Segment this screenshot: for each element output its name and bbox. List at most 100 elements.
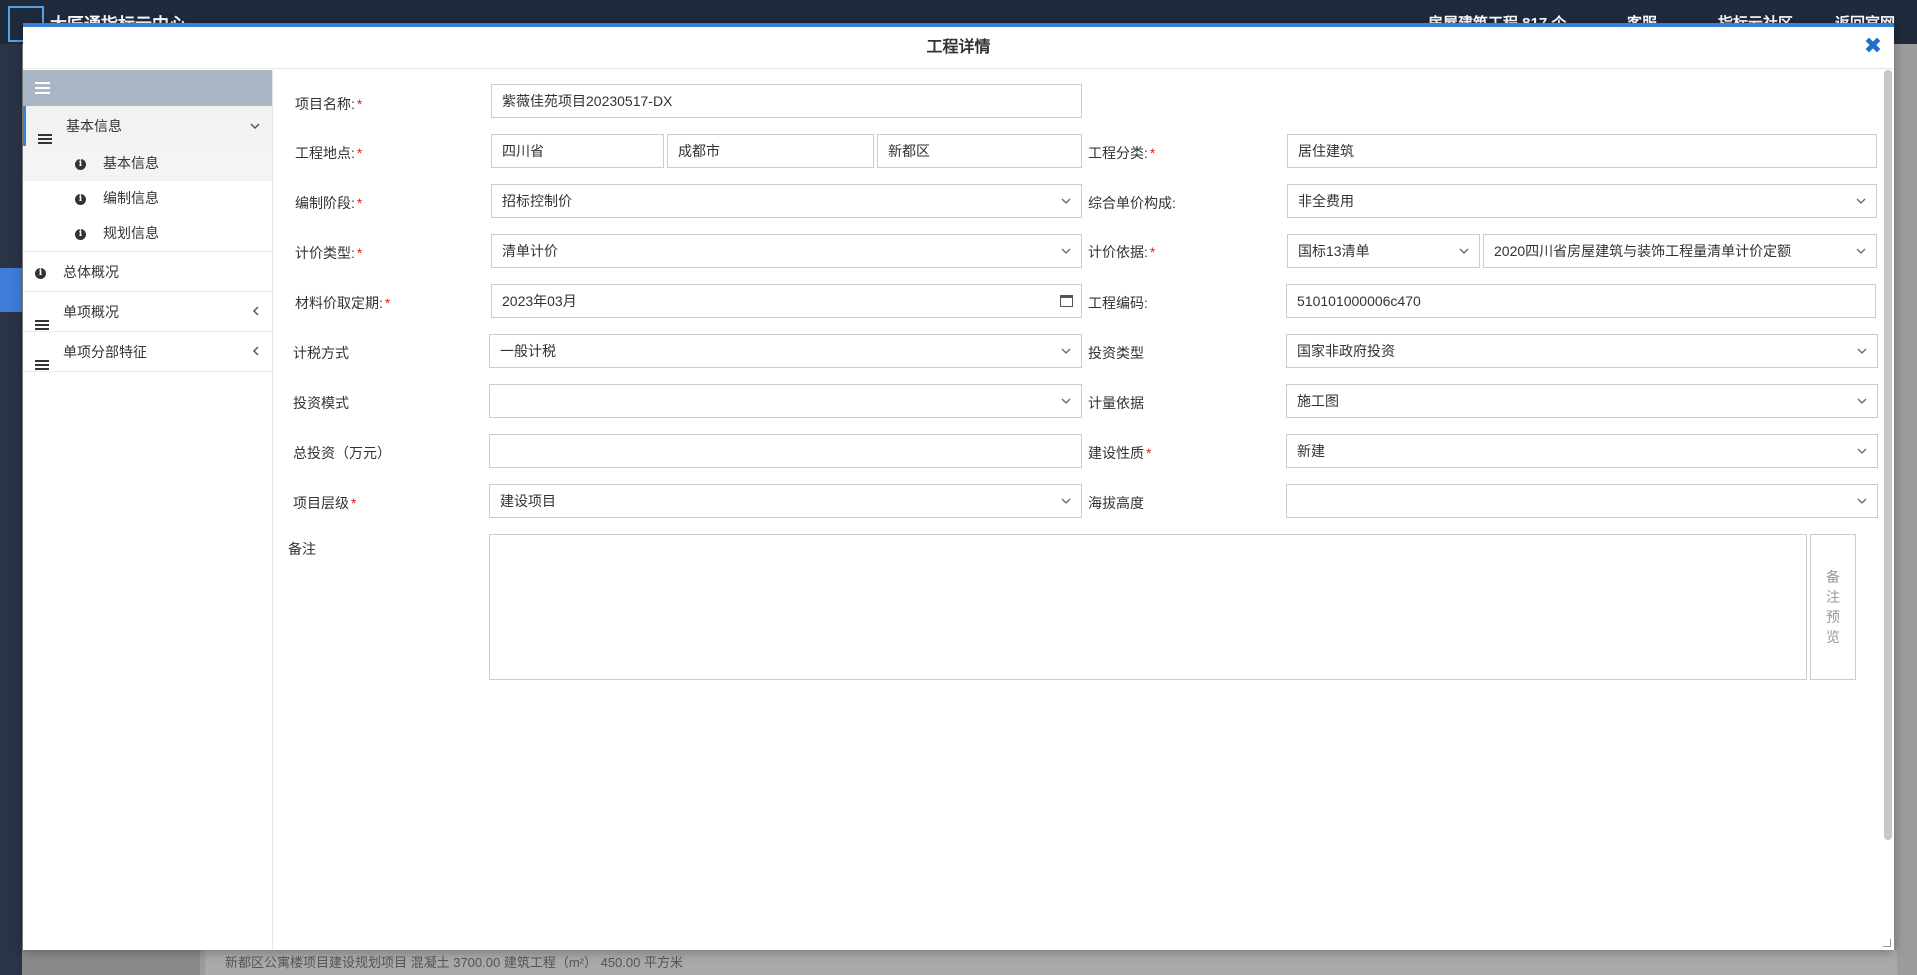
sidebar-item-label: 基本信息 — [66, 118, 122, 134]
category-field[interactable]: 居住建筑 — [1287, 134, 1877, 168]
modal-header: 工程详情 ✖ — [23, 27, 1894, 69]
chevron-down-icon — [1857, 435, 1869, 467]
material-date-picker[interactable]: 2023年03月 — [491, 284, 1082, 318]
category-label: 工程分类: * — [1088, 145, 1156, 161]
sidebar-item-basic-info[interactable]: 基本信息 — [23, 106, 272, 146]
notes-label: 备注 — [288, 541, 316, 557]
measure-basis-value: 施工图 — [1297, 393, 1339, 409]
left-rail-active-item — [0, 268, 22, 312]
altitude-label: 海拔高度 — [1088, 495, 1144, 511]
pricing-type-value: 清单计价 — [502, 243, 558, 259]
list-icon — [35, 292, 49, 332]
unit-price-label: 综合单价构成: — [1088, 195, 1176, 211]
sidebar-subitem-compile-info[interactable]: i 编制信息 — [23, 181, 272, 216]
stage-select[interactable]: 招标控制价 — [491, 184, 1082, 218]
sidebar-subitem-label: 编制信息 — [103, 190, 159, 206]
chevron-left-icon — [252, 292, 260, 332]
close-icon[interactable]: ✖ — [1862, 35, 1884, 57]
list-icon — [35, 332, 49, 372]
chevron-down-icon — [250, 106, 260, 146]
tax-method-value: 一般计税 — [500, 343, 556, 359]
chevron-down-icon — [1856, 185, 1868, 217]
sidebar-item-label: 单项分部特征 — [63, 344, 147, 360]
project-level-label: 项目层级 * — [293, 495, 357, 511]
project-code-field[interactable]: 510101000006c470 — [1286, 284, 1876, 318]
calendar-icon[interactable] — [1060, 295, 1073, 307]
invest-type-select[interactable]: 国家非政府投资 — [1286, 334, 1878, 368]
chevron-down-icon — [1459, 235, 1471, 267]
project-detail-modal: 工程详情 ✖ 基本信息 i 基本信息 i 编制信息 i 规划信息 i 总体概况 … — [23, 23, 1894, 950]
chevron-down-icon — [1061, 385, 1073, 417]
pricing-basis-label: 计价依据: * — [1088, 244, 1156, 260]
pricing-type-label: 计价类型: * — [295, 245, 363, 261]
info-icon: i — [75, 216, 86, 251]
chevron-down-icon — [1857, 335, 1869, 367]
pricing-basis-value-1: 国标13清单 — [1298, 243, 1370, 259]
project-level-value: 建设项目 — [500, 493, 556, 509]
project-name-field[interactable]: 紫薇佳苑项目20230517-DX — [491, 84, 1082, 118]
chevron-down-icon — [1856, 235, 1868, 267]
construction-nature-value: 新建 — [1297, 443, 1325, 459]
tax-method-label: 计税方式 — [293, 345, 349, 361]
sidebar-subitem-planning-info[interactable]: i 规划信息 — [23, 216, 272, 251]
sidebar-subitem-label: 规划信息 — [103, 225, 159, 241]
tax-method-select[interactable]: 一般计税 — [489, 334, 1082, 368]
pricing-basis-value-2: 2020四川省房屋建筑与装饰工程量清单计价定额 — [1494, 243, 1792, 259]
resize-handle-icon[interactable] — [1883, 939, 1891, 947]
sidebar-item-single-features[interactable]: 单项分部特征 — [23, 332, 272, 372]
notes-preview-label: 备注预览 — [1826, 569, 1840, 645]
modal-title: 工程详情 — [926, 39, 991, 56]
sidebar-subitem-label: 基本信息 — [103, 155, 159, 171]
province-field[interactable]: 四川省 — [491, 134, 664, 168]
construction-nature-select[interactable]: 新建 — [1286, 434, 1878, 468]
sidebar-item-label: 单项概况 — [63, 304, 119, 320]
list-icon — [38, 106, 52, 146]
invest-mode-label: 投资模式 — [293, 395, 349, 411]
construction-nature-label: 建设性质 * — [1088, 445, 1152, 461]
chevron-down-icon — [1857, 485, 1869, 517]
sidebar-subitem-basic-info[interactable]: i 基本信息 — [23, 146, 272, 181]
total-invest-label: 总投资（万元） — [293, 445, 391, 461]
invest-type-value: 国家非政府投资 — [1297, 343, 1395, 359]
notes-textarea[interactable] — [489, 534, 1807, 680]
hamburger-icon[interactable] — [35, 82, 50, 94]
chevron-left-icon — [252, 332, 260, 372]
chevron-down-icon — [1061, 185, 1073, 217]
stage-value: 招标控制价 — [502, 193, 572, 209]
project-code-label: 工程编码: — [1088, 295, 1148, 311]
sidebar-toggle[interactable] — [23, 70, 272, 106]
sidebar-subgroup-basic-info: i 基本信息 i 编制信息 i 规划信息 — [23, 146, 272, 252]
location-label: 工程地点: * — [295, 145, 363, 161]
material-date-label: 材料价取定期: * — [295, 295, 391, 311]
pricing-basis-select-1[interactable]: 国标13清单 — [1287, 234, 1480, 268]
total-invest-field[interactable] — [489, 434, 1082, 468]
modal-scrollbar[interactable] — [1884, 70, 1892, 840]
unit-price-value: 非全费用 — [1298, 193, 1354, 209]
project-name-label: 项目名称: * — [295, 96, 363, 112]
chevron-down-icon — [1857, 385, 1869, 417]
project-level-select[interactable]: 建设项目 — [489, 484, 1082, 518]
invest-type-label: 投资类型 — [1088, 345, 1144, 361]
chevron-down-icon — [1061, 235, 1073, 267]
measure-basis-label: 计量依据 — [1088, 395, 1144, 411]
info-icon: i — [75, 146, 86, 181]
background-table-row: 新都区公寓楼项目建设规划项目 混凝土 3700.00 建筑工程（m²） 450.… — [205, 950, 1897, 975]
form-content: 项目名称: * 紫薇佳苑项目20230517-DX 工程地点: * 四川省 成都市 … — [273, 70, 1894, 950]
sidebar-item-label: 总体概况 — [63, 264, 119, 280]
pricing-basis-select-2[interactable]: 2020四川省房屋建筑与装饰工程量清单计价定额 — [1483, 234, 1877, 268]
sidebar-item-single-overview[interactable]: 单项概况 — [23, 292, 272, 332]
chevron-down-icon — [1061, 335, 1073, 367]
city-field[interactable]: 成都市 — [667, 134, 874, 168]
unit-price-select[interactable]: 非全费用 — [1287, 184, 1877, 218]
pricing-type-select[interactable]: 清单计价 — [491, 234, 1082, 268]
district-field[interactable]: 新都区 — [877, 134, 1082, 168]
measure-basis-select[interactable]: 施工图 — [1286, 384, 1878, 418]
chevron-down-icon — [1061, 485, 1073, 517]
material-date-value: 2023年03月 — [502, 293, 577, 309]
stage-label: 编制阶段: * — [295, 195, 363, 211]
sidebar-item-overview[interactable]: i 总体概况 — [23, 252, 272, 292]
altitude-select[interactable] — [1286, 484, 1878, 518]
info-icon: i — [35, 252, 49, 292]
notes-preview-button[interactable]: 备注预览 — [1810, 534, 1856, 680]
invest-mode-select[interactable] — [489, 384, 1082, 418]
